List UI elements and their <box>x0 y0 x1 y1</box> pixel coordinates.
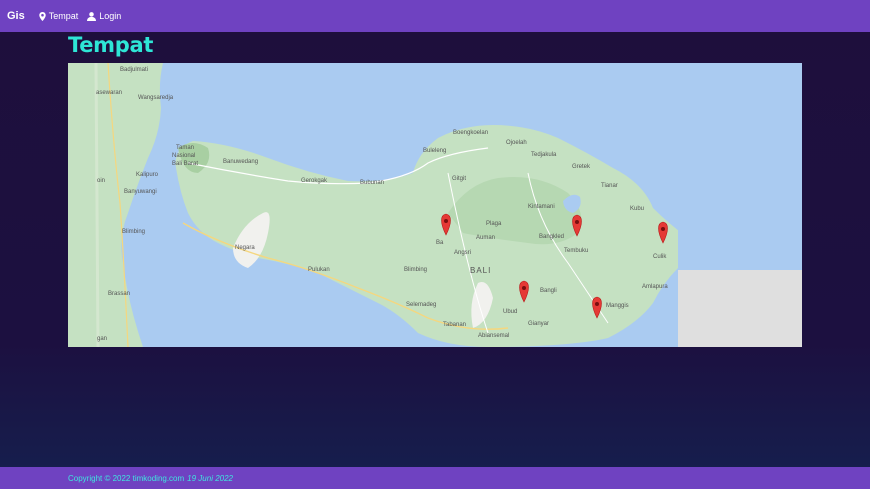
map-label: Tianar <box>601 183 618 189</box>
map-label: Amlapura <box>642 284 668 290</box>
map-label: Buleleng <box>423 148 446 154</box>
nav-link-login-label: Login <box>99 11 122 21</box>
map-label: Negara <box>235 245 255 251</box>
map-label: Kalipuro <box>136 172 159 178</box>
map-label: Blimbing <box>404 267 427 273</box>
map-label: Bangkled <box>539 234 564 240</box>
map-label: Pulukan <box>308 267 330 273</box>
map-label: Bali Barat <box>172 161 198 167</box>
map-label: gan <box>97 336 107 342</box>
brand-link[interactable]: Gis <box>7 10 25 22</box>
map-label: asewaran <box>96 90 122 96</box>
map-label: Taman <box>176 145 194 151</box>
map-label: Banuwedang <box>223 159 258 165</box>
footer-date: 19 Juni 2022 <box>187 473 233 483</box>
map-label: Abiansemal <box>478 333 509 339</box>
map-label: Brassan <box>108 291 130 297</box>
footer-copyright: Copyright © 2022 timkoding.com <box>68 473 185 483</box>
map-label: Manggis <box>606 303 629 309</box>
map-label: Selemadeg <box>406 302 436 308</box>
map-label: Plaga <box>486 221 502 227</box>
map-label: Badjulmati <box>120 67 148 73</box>
map-label: Bubunan <box>360 180 384 186</box>
java-coast-strip <box>94 63 100 347</box>
navbar: Gis Tempat Login <box>0 0 870 32</box>
map-label: Culik <box>653 254 667 260</box>
map-label: Blimbing <box>122 229 145 235</box>
map-label: BALI <box>470 266 491 275</box>
map-label: Tedjakula <box>531 152 557 158</box>
map-label: Boengkoelan <box>453 130 488 136</box>
user-icon <box>87 11 97 21</box>
map-label: Gianyar <box>528 321 549 327</box>
map-label: Kubu <box>630 206 644 212</box>
map-label: Gerokgak <box>301 178 328 184</box>
map-tile-gap <box>678 270 802 347</box>
map-canvas[interactable]: Badjulmati asewaran Wangsaredja Boengkoe… <box>68 63 802 347</box>
map-label: Tembuku <box>564 248 588 254</box>
map-label: Bangli <box>540 288 557 294</box>
map-label: Auman <box>476 235 495 241</box>
map-label: Banyuwangi <box>124 189 157 195</box>
map-view[interactable]: Badjulmati asewaran Wangsaredja Boengkoe… <box>68 63 802 347</box>
nav-link-tempat-label: Tempat <box>48 11 79 21</box>
map-label: Gretek <box>572 164 591 170</box>
map-label: Ba <box>436 240 444 246</box>
map-label: Kintamani <box>528 204 555 210</box>
map-label: Wangsaredja <box>138 95 174 101</box>
nav-link-login[interactable]: Login <box>87 11 121 21</box>
map-marker-icon <box>39 11 46 21</box>
map-label: Angsri <box>454 250 471 256</box>
map-label: Nasional <box>172 153 195 159</box>
map-label: Gitgit <box>452 176 466 182</box>
footer: Copyright © 2022 timkoding.com 19 Juni 2… <box>0 467 870 489</box>
nav-link-tempat[interactable]: Tempat <box>39 11 79 21</box>
map-label: Tabanan <box>443 322 466 328</box>
map-label: Ojoelah <box>506 140 527 146</box>
map-label: oin <box>97 178 105 184</box>
page-title: Tempat <box>68 33 154 57</box>
map-tile-gap-top <box>678 63 802 270</box>
java-landmass <box>68 63 163 347</box>
map-label: Ubud <box>503 309 517 315</box>
